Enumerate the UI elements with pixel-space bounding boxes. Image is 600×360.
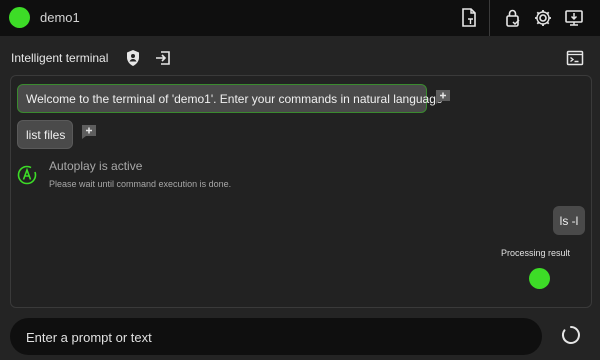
loading-spinner-icon [560, 324, 582, 346]
autoplay-icon [17, 165, 37, 185]
monitor-download-icon[interactable] [563, 7, 585, 29]
status-indicator [9, 7, 30, 28]
message-user-command: ls -l [553, 206, 585, 235]
processing-label: Processing result [501, 248, 571, 258]
autoplay-description: Please wait until command execution is d… [49, 179, 232, 189]
gear-icon[interactable] [532, 7, 554, 29]
add-comment-icon[interactable] [80, 123, 98, 141]
message-list-files: list files [17, 120, 73, 149]
shield-person-icon[interactable] [123, 48, 143, 68]
autoplay-title: Autoplay is active [49, 159, 143, 173]
toolbar-divider [489, 0, 490, 36]
terminal-title: Intelligent terminal [11, 51, 109, 65]
console-icon[interactable] [565, 48, 585, 68]
prompt-container [10, 318, 542, 355]
add-comment-icon[interactable] [434, 88, 452, 106]
top-bar: demo1 [0, 0, 600, 36]
lock-check-icon[interactable] [502, 7, 524, 29]
message-welcome: Welcome to the terminal of 'demo1'. Ente… [17, 84, 443, 113]
file-icon[interactable] [458, 7, 480, 29]
app-title: demo1 [40, 10, 80, 25]
prompt-input[interactable] [26, 327, 526, 347]
processing-indicator [529, 268, 550, 289]
sign-in-icon[interactable] [153, 48, 173, 68]
